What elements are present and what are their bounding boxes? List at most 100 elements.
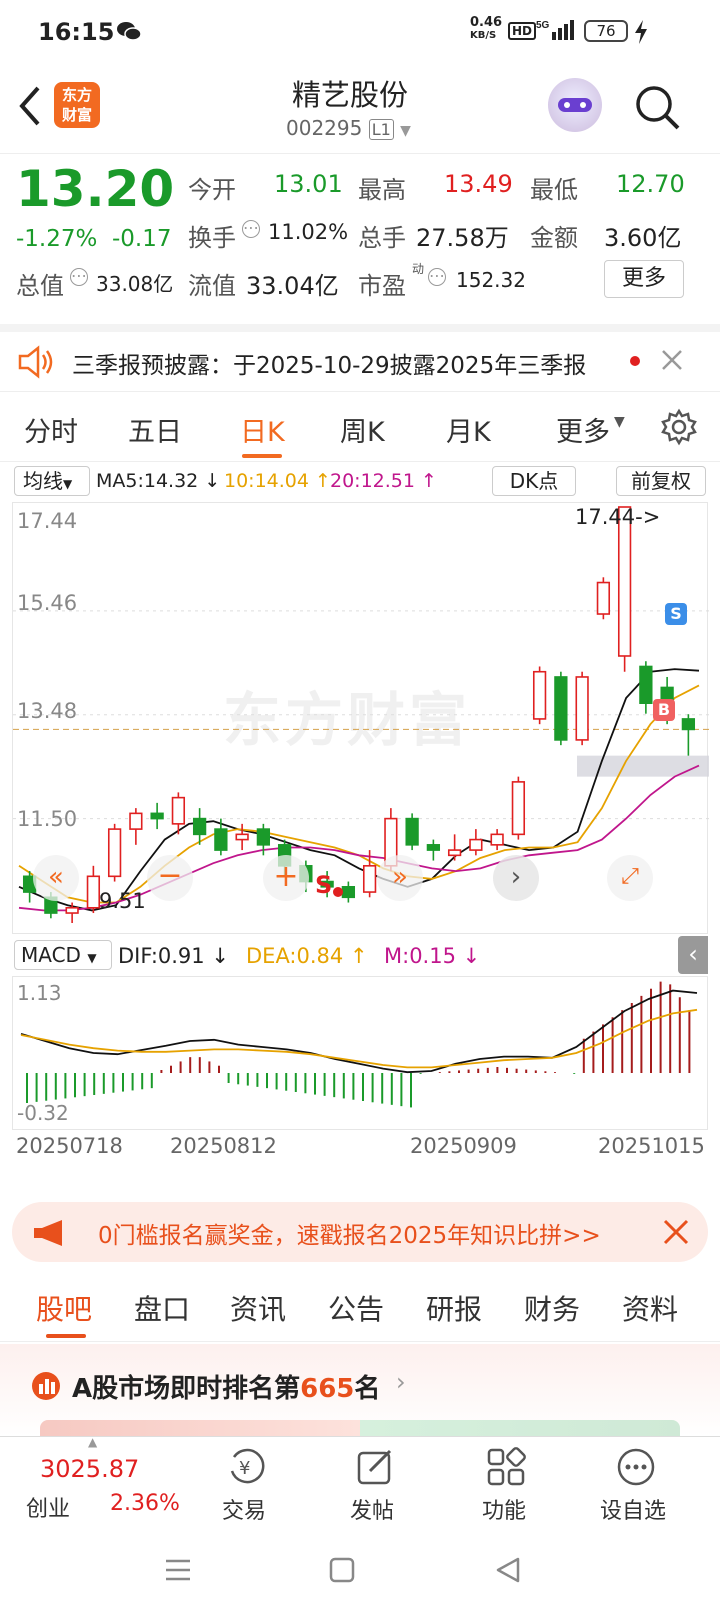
menu-icon[interactable] [164,1556,192,1584]
dk-button[interactable]: DK点 [492,466,576,496]
tab-five-day[interactable]: 五日 [128,410,182,449]
zoom-out-icon[interactable]: − [147,855,193,901]
ma10-value: 10:14.04 ↑ [224,470,331,492]
more-button[interactable]: 更多 [604,260,684,298]
candle-body [150,812,164,820]
tab-pankou[interactable]: 盘口 [134,1288,190,1328]
kline-chart[interactable]: 东方财富 17.44 15.46 13.48 11.50 17.44-> 9.5… [12,502,709,934]
index-value[interactable]: 3025.87 [40,1455,139,1483]
home-icon[interactable] [328,1556,356,1584]
ma20-text: 20:12.51 [330,470,415,492]
macd-y-top: 1.13 [17,981,62,1005]
dea-line [20,1008,698,1069]
index-change[interactable]: 2.36% [110,1491,180,1516]
tab-monthly-k[interactable]: 月K [446,410,491,449]
candle-body [511,781,526,836]
tab-intraday[interactable]: 分时 [24,410,78,449]
rank-bar [40,1420,680,1436]
amount-label: 金额 [530,224,578,252]
adjust-button[interactable]: 前复权 [616,466,706,496]
tab-more[interactable]: 更多 [556,410,610,449]
ad-banner[interactable]: 0门槛报名赢奖金，速戳报名2025年知识比拼>> [12,1202,708,1262]
tab-news[interactable]: 资讯 [230,1288,286,1328]
collapse-panel-icon[interactable]: ‹ [678,936,708,974]
turnover-value: 11.02% [268,220,349,244]
logo-text-1: 东方 [61,86,92,104]
y-tick-4: 11.50 [17,807,78,831]
trade-icon[interactable]: ¥ [226,1447,266,1487]
back-nav-icon[interactable] [494,1556,522,1584]
change-percent: -1.27% [16,226,98,252]
bottom-nav: ▲ 3025.87 创业 2.36% ¥ 交易 发帖 功能 设自选 [0,1435,720,1530]
pe-value: 152.32 [456,268,526,292]
min-price-label: 9.51 [99,889,146,913]
search-icon[interactable] [632,82,682,132]
tab-announcements[interactable]: 公告 [328,1288,384,1328]
system-nav-bar [0,1530,720,1612]
close-icon[interactable] [660,348,684,372]
ma-select[interactable]: 均线▼ [14,466,90,496]
notice-bar[interactable]: 三季报预披露：于2025-10-29披露2025年三季报 [0,324,720,392]
info-icon[interactable]: ⋯ [242,220,260,238]
dropdown-icon: ▼ [614,414,625,430]
stock-name: 精艺股份 [291,78,408,112]
candle-body [192,817,207,836]
more-circle-icon[interactable] [616,1447,656,1487]
tab-daily-k[interactable]: 日K [240,410,285,449]
scroll-left-icon[interactable]: « [33,855,79,901]
scroll-right-fast-icon[interactable]: » [377,855,423,901]
pe-label: 市盈 [358,272,406,300]
ranking-card[interactable]: A股市场即时排名第665名 › [0,1344,720,1436]
chevron-down-icon[interactable]: ▼ [400,123,411,139]
notice-text: 三季报预披露：于2025-10-29披露2025年三季报 [72,353,587,379]
watchlist-label[interactable]: 设自选 [600,1493,666,1525]
candle-body [129,812,143,830]
net-speed: 0.46 [470,15,503,30]
info-icon[interactable]: ⋯ [70,268,88,286]
macd-select[interactable]: MACD ▼ [14,940,112,970]
tab-research[interactable]: 研报 [426,1288,482,1328]
candle-body [235,833,249,841]
edit-post-icon[interactable] [356,1447,396,1487]
close-icon[interactable] [662,1218,690,1246]
scroll-right-icon[interactable]: › [493,855,539,901]
hd-icon: HD [508,22,537,40]
sell-signal-marker[interactable]: S [315,871,332,899]
buy-marker[interactable]: B [653,699,675,721]
fullscreen-icon[interactable]: ⤢ [607,855,653,901]
functions-grid-icon[interactable] [486,1447,526,1487]
unread-dot [630,356,640,366]
candle-body [639,665,653,704]
robot-avatar-icon[interactable] [548,78,602,132]
candle-body [405,817,419,846]
candle-body [86,875,101,909]
tab-finance[interactable]: 财务 [524,1288,580,1328]
tab-guba[interactable]: 股吧 [36,1288,92,1328]
tab-profile[interactable]: 资料 [622,1288,678,1328]
macd-chart[interactable]: 1.13 -0.32 [12,976,708,1130]
current-price: 13.20 [16,160,175,218]
tab-weekly-k[interactable]: 周K [340,410,385,449]
signal-dot [333,887,343,897]
trade-label[interactable]: 交易 [222,1493,266,1525]
net-unit: KB/S [470,30,497,41]
sell-marker[interactable]: S [665,603,687,625]
ma-select-label: 均线 [23,469,63,493]
x-date-4: 20251015 [598,1134,705,1158]
gear-icon[interactable] [660,408,698,446]
functions-label[interactable]: 功能 [482,1493,526,1525]
ranking-suffix: 名 [354,1374,381,1404]
candle-body [469,838,483,851]
low-value: 12.70 [616,170,685,198]
candle-body [362,865,377,893]
candle-body [65,906,79,914]
info-icon[interactable]: ⋯ [428,268,446,286]
index-name[interactable]: 创业 [26,1491,70,1523]
candle-body [490,833,504,846]
ma-info-row: 均线▼ MA5:14.32 ↓ 10:14.04 ↑ 20:12.51 ↑ DK… [0,464,720,500]
post-label[interactable]: 发帖 [350,1493,394,1525]
megaphone-icon [34,1220,62,1246]
amount-value: 3.60亿 [604,224,682,252]
zoom-in-icon[interactable]: + [263,855,309,901]
back-icon[interactable] [14,84,44,128]
